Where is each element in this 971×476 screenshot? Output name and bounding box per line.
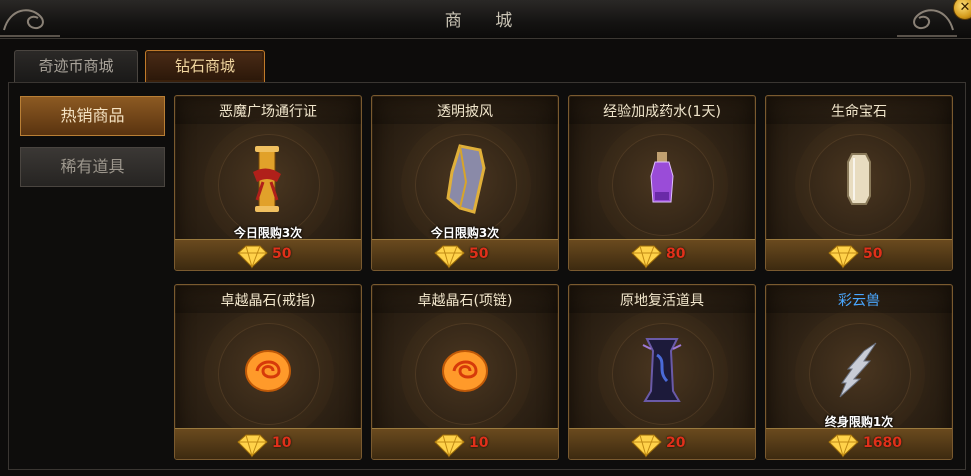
wing-icon: [839, 342, 877, 398]
diamond-icon: [828, 434, 859, 458]
gem-crystal-icon: [847, 153, 871, 205]
price-bar: 1680: [766, 428, 952, 459]
cloak-icon: [446, 144, 486, 214]
orange-stone-icon: [442, 350, 488, 392]
item-price: 20: [666, 435, 686, 451]
orange-stone-icon: [245, 350, 291, 392]
item-price: 10: [469, 435, 489, 451]
item-name: 彩云兽: [766, 289, 952, 313]
diamond-icon: [828, 245, 859, 269]
item-name: 经验加成药水(1天): [569, 100, 755, 124]
window-title: 商 城: [444, 11, 527, 31]
diamond-icon: [237, 434, 268, 458]
revive-scroll-icon: [642, 338, 682, 402]
title-bar: 商 城 ✕: [0, 0, 971, 39]
shop-item-card[interactable]: 生命宝石 50: [765, 95, 953, 271]
shop-item-card[interactable]: 卓越晶石(戒指) 10: [174, 284, 362, 460]
shop-item-card[interactable]: 卓越晶石(项链) 10: [371, 284, 559, 460]
tab-diamond-shop[interactable]: 钻石商城: [145, 50, 265, 82]
potion-icon: [650, 152, 674, 203]
diamond-icon: [434, 245, 465, 269]
shop-item-card[interactable]: 恶魔广场通行证 今日限购3次 50: [174, 95, 362, 271]
price-bar: 10: [175, 428, 361, 459]
shop-item-card[interactable]: 原地复活道具 20: [568, 284, 756, 460]
item-price: 10: [272, 435, 292, 451]
price-bar: 50: [766, 239, 952, 270]
sidebar-item-hot-items[interactable]: 热销商品: [20, 96, 165, 136]
item-price: 50: [863, 246, 883, 262]
shop-item-card[interactable]: 透明披风 今日限购3次 50: [371, 95, 559, 271]
price-bar: 20: [569, 428, 755, 459]
item-name: 卓越晶石(项链): [372, 289, 558, 313]
scroll-icon: [253, 146, 281, 212]
item-name: 原地复活道具: [569, 289, 755, 313]
price-bar: 50: [175, 239, 361, 270]
price-bar: 50: [372, 239, 558, 270]
item-price: 50: [272, 246, 292, 262]
diamond-icon: [434, 434, 465, 458]
shop-item-card[interactable]: 经验加成药水(1天) 80: [568, 95, 756, 271]
diamond-icon: [237, 245, 268, 269]
sidebar-item-rare-items[interactable]: 稀有道具: [20, 147, 165, 187]
diamond-icon: [631, 245, 662, 269]
item-price: 1680: [863, 435, 902, 451]
price-bar: 10: [372, 428, 558, 459]
item-price: 80: [666, 246, 686, 262]
ornament-right-icon: [897, 9, 957, 37]
price-bar: 80: [569, 239, 755, 270]
tab-miracle-coin-shop[interactable]: 奇迹币商城: [14, 50, 138, 82]
item-name: 卓越晶石(戒指): [175, 289, 361, 313]
item-price: 50: [469, 246, 489, 262]
item-name: 生命宝石: [766, 100, 952, 124]
shop-item-card[interactable]: 彩云兽 终身限购1次 1680: [765, 284, 953, 460]
diamond-icon: [631, 434, 662, 458]
item-name: 透明披风: [372, 100, 558, 124]
item-name: 恶魔广场通行证: [175, 100, 361, 124]
